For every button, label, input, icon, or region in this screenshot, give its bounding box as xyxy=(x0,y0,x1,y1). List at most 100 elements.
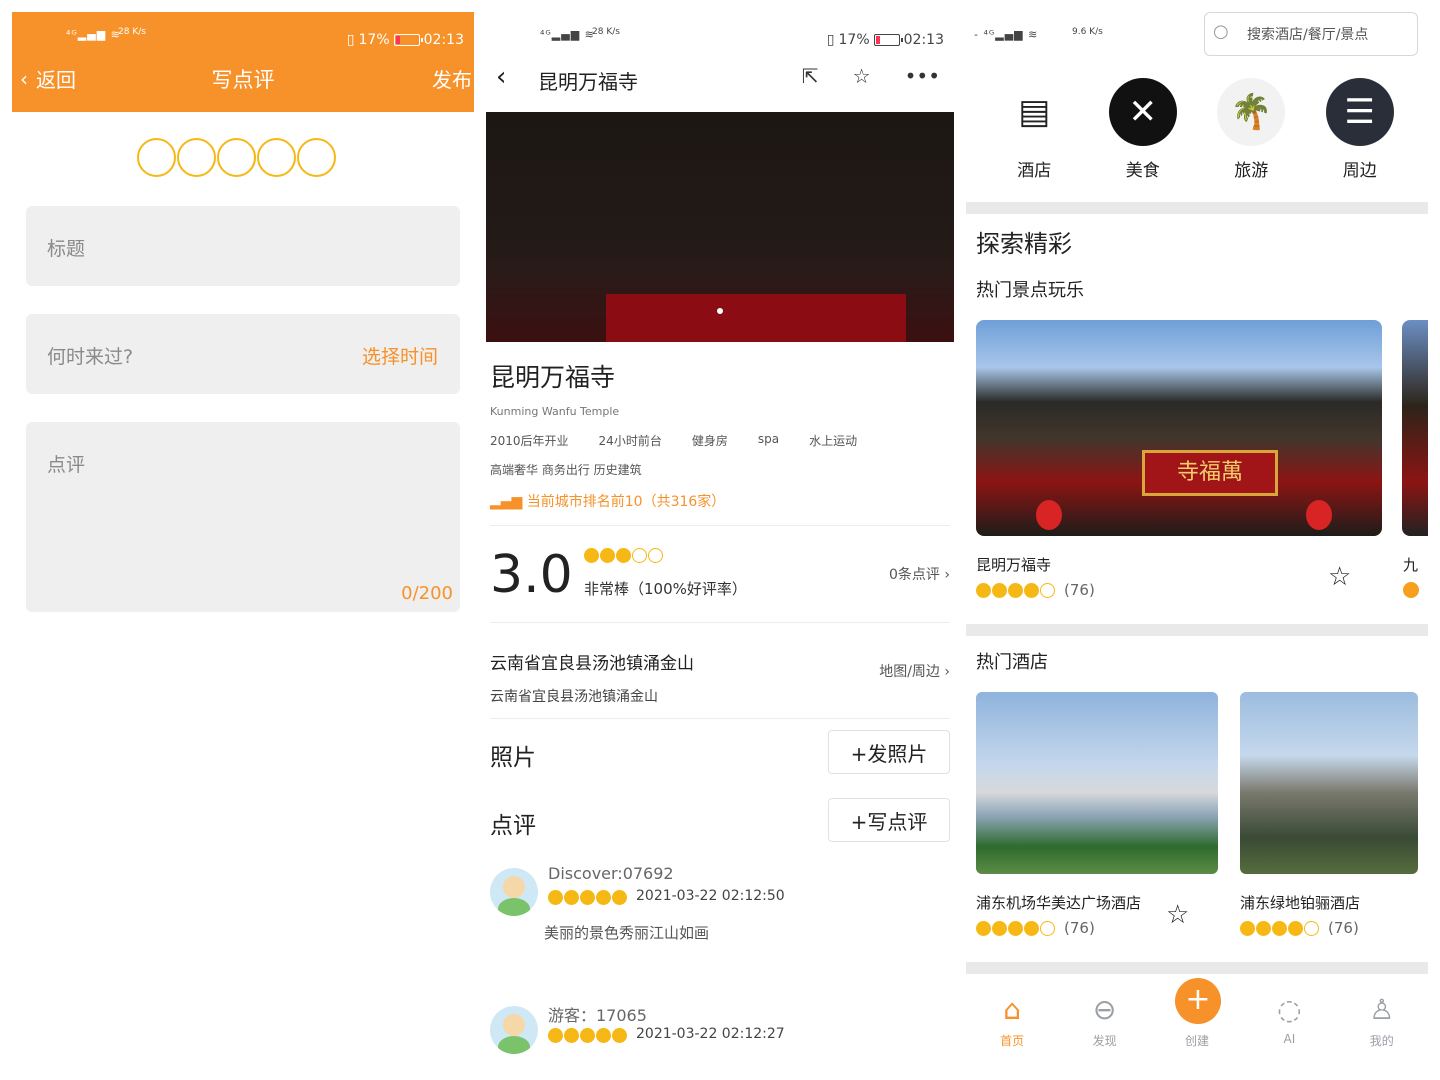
category-row: ▤ 酒店 ✕ 美食 🌴 旅游 ☰ 周边 xyxy=(966,78,1428,181)
category-travel[interactable]: 🌴 旅游 xyxy=(1206,78,1296,181)
tag: 2010后年开业 xyxy=(490,434,569,448)
hotel-name[interactable]: 浦东绿地铂骊酒店 xyxy=(1240,892,1360,913)
rating-dot-full xyxy=(1256,920,1271,936)
signal-icon: - ⁴ᴳ▂▄▆ ≋ xyxy=(974,28,1039,41)
rating-circle-4[interactable] xyxy=(257,138,296,177)
review-count-link[interactable]: 0条点评 › xyxy=(889,564,950,584)
back-arrow-icon[interactable]: ‹ xyxy=(496,62,506,92)
rating-count: (76) xyxy=(1328,919,1359,937)
review-stars xyxy=(548,1028,627,1043)
search-input[interactable]: ○ 搜索酒店/餐厅/景点 xyxy=(1204,12,1418,56)
review-username: 游客：17065 xyxy=(548,1006,647,1025)
net-speed: 28 K/s xyxy=(118,27,146,37)
map-nearby-link[interactable]: 地图/周边 › xyxy=(879,661,950,681)
review-date: 2021-03-22 02:12:27 xyxy=(636,1026,785,1042)
nav-label: 我的 xyxy=(1369,1034,1394,1048)
review-textarea[interactable]: 点评 0/200 xyxy=(26,422,460,612)
battery-level: 17% xyxy=(838,32,870,48)
rating-dot-full xyxy=(580,1028,595,1043)
rating-dot-full xyxy=(596,1028,611,1043)
rating-dot-full xyxy=(1403,582,1419,598)
visit-placeholder: 何时来过? xyxy=(47,346,134,368)
nav-discover[interactable]: ⊖ 发现 xyxy=(1065,990,1145,1060)
share-icon[interactable]: ⇱ xyxy=(802,64,819,88)
score-stars xyxy=(584,548,663,563)
divider xyxy=(490,622,950,623)
attraction-detail-screen: ⁴ᴳ▂▄▆ ≋ 28 K/s ▯ 17% 02:13 ‹ 昆明万福寺 ⇱ ☆ •… xyxy=(486,0,954,1080)
more-icon[interactable]: ••• xyxy=(905,64,940,88)
attraction-name[interactable]: 昆明万福寺 xyxy=(976,554,1051,575)
temple-plaque: 寺福萬 xyxy=(1142,450,1278,496)
create-icon xyxy=(1157,990,1237,1030)
detail-nav-title: 昆明万福寺 xyxy=(538,70,638,94)
profile-icon: ♙ xyxy=(1369,993,1395,1026)
nav-home[interactable]: ⌂ 首页 xyxy=(972,990,1052,1060)
nav-label: 发现 xyxy=(1092,1034,1117,1048)
status-bar: ⁴ᴳ▂▄▆ ≋ 28 K/s ▯ 17% 02:13 xyxy=(486,12,954,52)
rating-count: (76) xyxy=(1064,919,1095,937)
rating-dot-full xyxy=(992,582,1007,598)
discover-icon: ⊖ xyxy=(1092,993,1117,1026)
visit-time-field[interactable]: 何时来过? 选择时间 xyxy=(26,314,460,394)
category-label: 旅游 xyxy=(1234,161,1269,181)
hotel-name[interactable]: 浦东机场华美达广场酒店 xyxy=(976,892,1141,913)
divider xyxy=(490,525,950,526)
rating-dot-full xyxy=(976,920,991,936)
category-hotel[interactable]: ▤ 酒店 xyxy=(989,78,1079,181)
publish-button[interactable]: 发布 xyxy=(432,64,472,93)
hotel-card-image[interactable] xyxy=(1240,692,1418,874)
lantern xyxy=(1306,500,1332,530)
tag: 健身房 xyxy=(691,434,728,448)
bar-chart-icon: ▂▄▆ xyxy=(490,494,527,510)
write-review-button[interactable]: +写点评 xyxy=(828,798,950,842)
rating-circle-2[interactable] xyxy=(177,138,216,177)
search-icon: ○ xyxy=(1213,21,1229,42)
rating-dot-full xyxy=(976,582,991,598)
divider xyxy=(490,718,950,719)
rating-circle-3[interactable] xyxy=(217,138,256,177)
battery-icon xyxy=(873,34,903,46)
nav-actions: ⇱ ☆ ••• xyxy=(802,64,940,88)
section-divider xyxy=(966,624,1428,636)
attraction-card-image-next[interactable] xyxy=(1402,320,1428,536)
rating-circle-1[interactable] xyxy=(137,138,176,177)
attraction-card-image[interactable]: 寺福萬 xyxy=(976,320,1382,536)
rating-circle-5[interactable] xyxy=(297,138,336,177)
favorite-star-icon[interactable]: ☆ xyxy=(1328,562,1351,592)
rating-dot-full xyxy=(1008,582,1023,598)
rating-dot-empty xyxy=(1304,920,1319,936)
attraction-name[interactable]: 九 xyxy=(1403,554,1418,575)
vibrate-icon: ▯ xyxy=(826,32,835,48)
chevron-right-icon: › xyxy=(944,664,950,680)
lantern xyxy=(1036,500,1062,530)
hotel-rating: (76) xyxy=(1240,919,1359,937)
favorite-star-icon[interactable]: ☆ xyxy=(853,64,871,88)
rating-dot-full xyxy=(992,920,1007,936)
favorite-star-icon[interactable]: ☆ xyxy=(1166,900,1189,930)
address-main: 云南省宜良县汤池镇涌金山 xyxy=(490,654,694,674)
review-username: Discover:07692 xyxy=(548,864,674,883)
nav-ai[interactable]: ◌ AI xyxy=(1249,990,1329,1060)
style-tags: 高端奢华 商务出行 历史建筑 xyxy=(490,463,642,477)
add-photo-button[interactable]: +发照片 xyxy=(828,730,950,774)
city-rank: ▂▄▆ 当前城市排名前10（共316家） xyxy=(490,491,725,511)
rating-dot-full xyxy=(1240,920,1255,936)
hot-attractions-heading: 热门景点玩乐 xyxy=(976,280,1084,301)
carousel-indicator xyxy=(717,308,723,314)
category-nearby[interactable]: ☰ 周边 xyxy=(1315,78,1405,181)
rating-dot-full xyxy=(612,890,627,905)
net-speed: 28 K/s xyxy=(592,27,620,37)
title-input[interactable]: 标题 xyxy=(26,206,460,286)
ai-icon: ◌ xyxy=(1277,993,1302,1026)
write-review-header: ⁴ᴳ▂▄▆ ≋ 28 K/s ▯ 17% 02:13 ‹ 返回 写点评 发布 xyxy=(12,12,474,112)
hotel-card-image[interactable] xyxy=(976,692,1218,874)
rating-dot-full xyxy=(1024,920,1039,936)
rating-input[interactable] xyxy=(137,138,336,177)
bottom-nav: ⌂ 首页 ⊖ 发现 创建 ◌ AI ♙ 我的 xyxy=(966,990,1428,1060)
nav-create[interactable]: 创建 xyxy=(1157,990,1237,1060)
hero-image[interactable] xyxy=(486,112,954,342)
select-time-button[interactable]: 选择时间 xyxy=(362,342,438,369)
nav-profile[interactable]: ♙ 我的 xyxy=(1342,990,1422,1060)
rating-dot-full xyxy=(564,890,579,905)
category-food[interactable]: ✕ 美食 xyxy=(1098,78,1188,181)
